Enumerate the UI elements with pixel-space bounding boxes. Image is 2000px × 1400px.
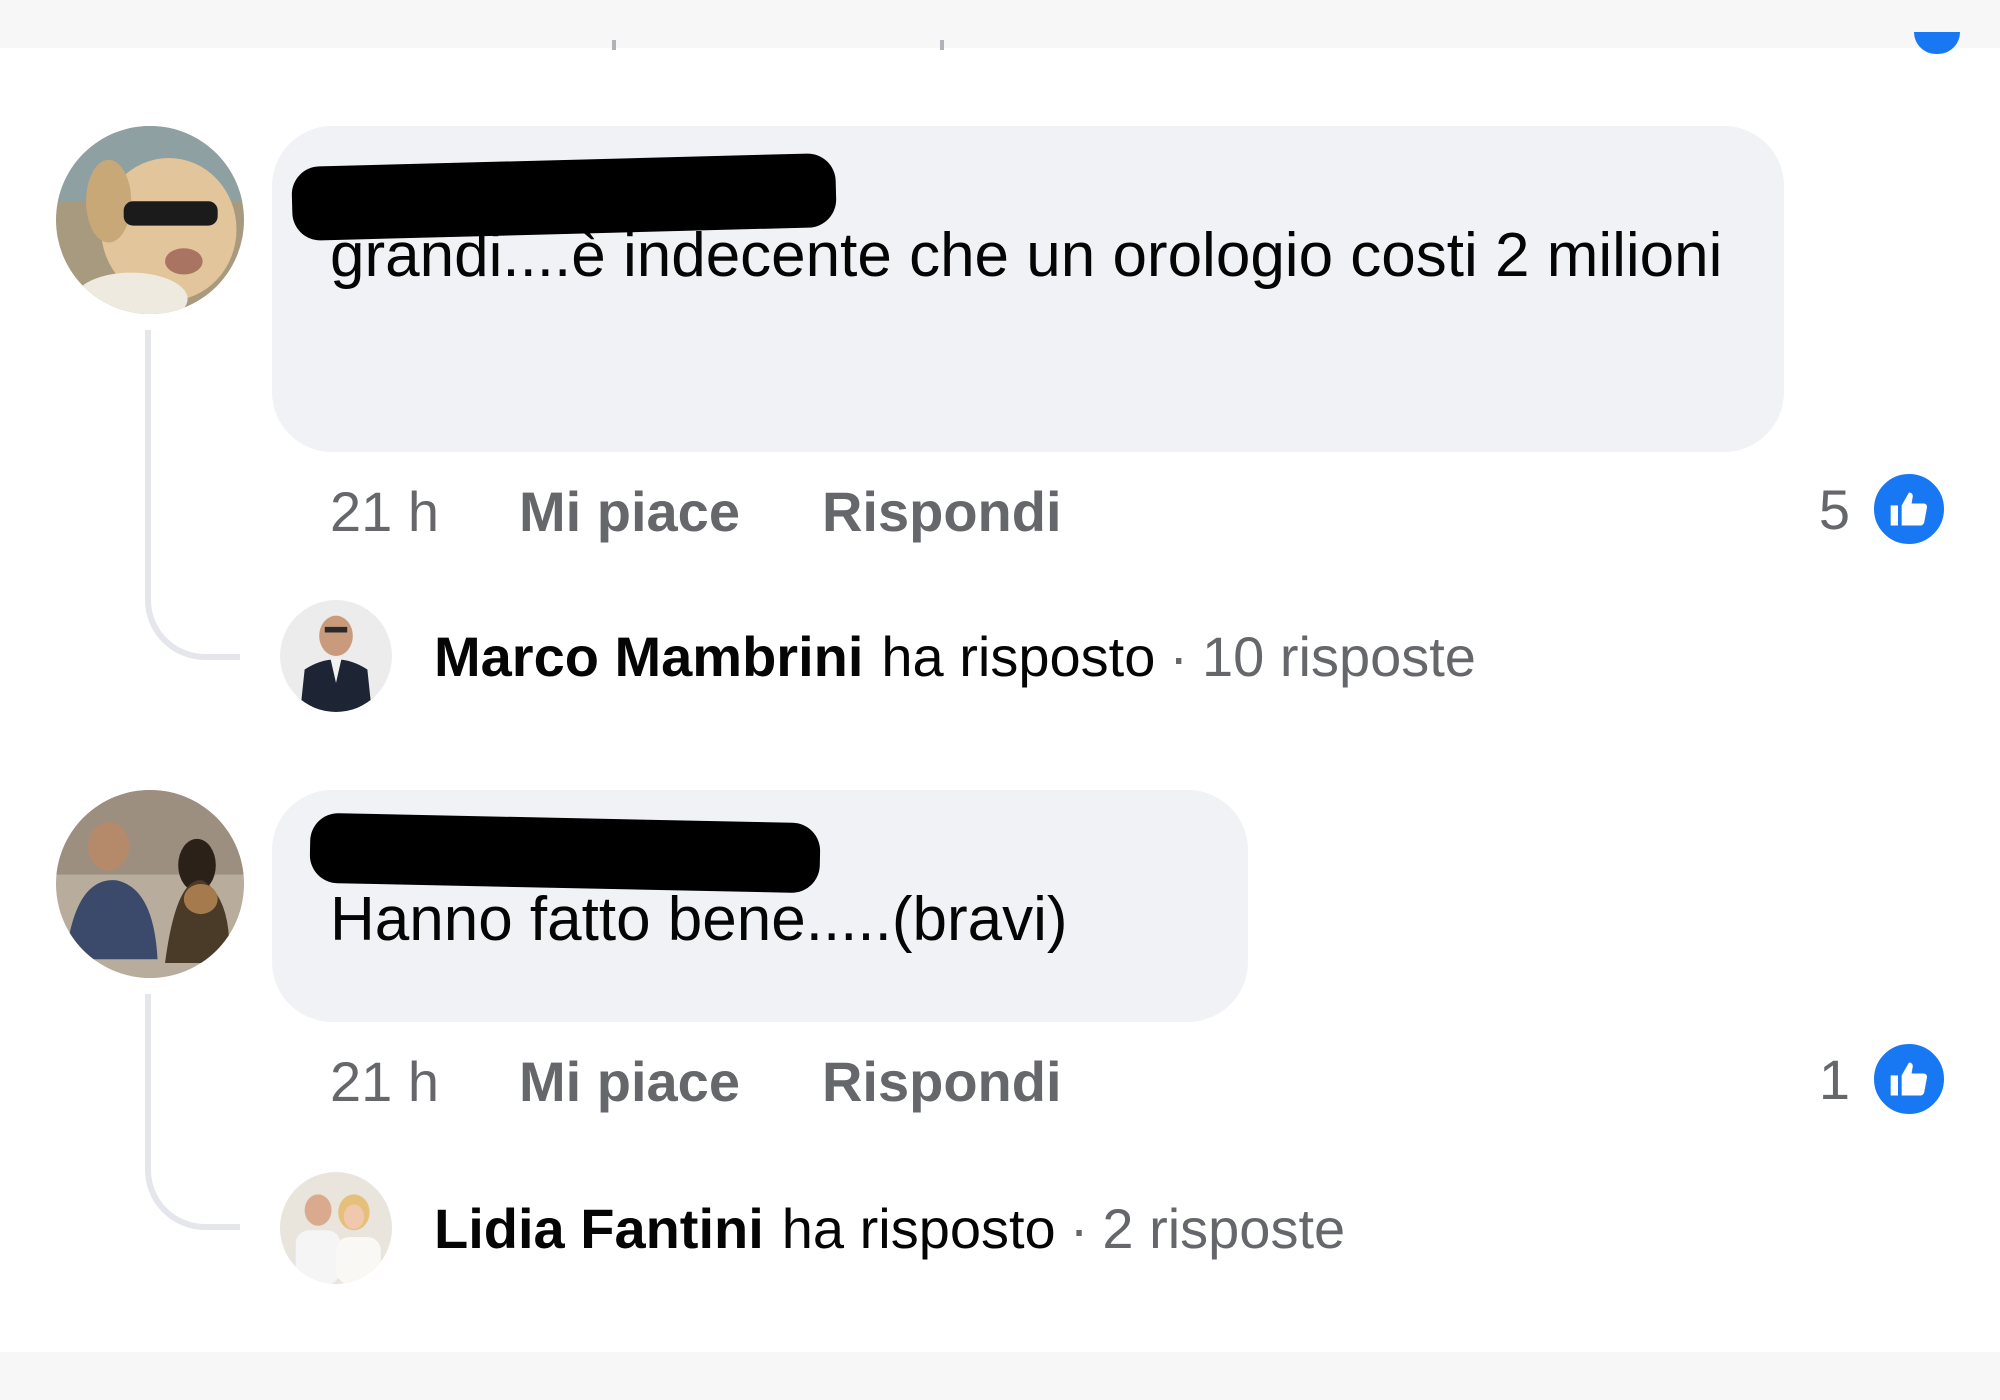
reaction-count: 1 [1818,1047,1850,1111]
redaction-mark [291,152,837,242]
reaction-count: 5 [1818,477,1850,541]
reply-count: 2 risposte [1102,1196,1346,1260]
avatar[interactable] [280,1172,392,1284]
separator-dot: · [1069,1196,1089,1260]
avatar[interactable] [280,600,392,712]
thumbs-up-icon [1870,470,1948,548]
reaction-summary[interactable]: 1 [1819,1040,1948,1118]
reply-verb: ha risposto [781,1196,1056,1260]
replies-summary[interactable]: Lidia Fantini ha risposto · 2 risposte [280,1172,1345,1284]
replier-name[interactable]: Lidia Fantini [434,1196,764,1261]
clipped-glyph [612,40,616,50]
avatar[interactable] [56,126,244,314]
reply-button[interactable]: Rispondi [822,479,1062,544]
comment-timestamp[interactable]: 21 h [330,479,439,544]
replier-name[interactable]: Marco Mambrini [434,624,863,689]
dog-sunglasses-avatar-icon [56,126,244,314]
like-button[interactable]: Mi piace [519,1049,740,1114]
reply-connector-line [145,994,240,1230]
clipped-like-icon [1914,32,1960,54]
comment-timestamp[interactable]: 21 h [330,1049,439,1114]
previous-content-strip [0,0,2000,54]
redaction-mark [309,812,821,894]
like-button[interactable]: Mi piace [519,479,740,544]
reply-count: 10 risposte [1202,624,1476,688]
couple-avatar-icon [280,1172,392,1284]
clipped-glyph [940,40,944,50]
next-content-strip [0,1352,2000,1400]
replies-summary[interactable]: Marco Mambrini ha risposto · 10 risposte [280,600,1476,712]
separator-dot: · [1169,624,1188,688]
man-with-dog-avatar-icon [56,790,244,978]
reply-button[interactable]: Rispondi [822,1049,1062,1114]
thumbs-up-icon [1870,1040,1948,1118]
reply-connector-line [145,330,240,660]
comment-actions: 21 h Mi piace Rispondi [330,1048,1144,1114]
avatar[interactable] [56,790,244,978]
comment-actions: 21 h Mi piace Rispondi [330,478,1144,544]
man-suit-avatar-icon [280,600,392,712]
reaction-summary[interactable]: 5 [1819,470,1948,548]
reply-verb: ha risposto [881,624,1156,688]
